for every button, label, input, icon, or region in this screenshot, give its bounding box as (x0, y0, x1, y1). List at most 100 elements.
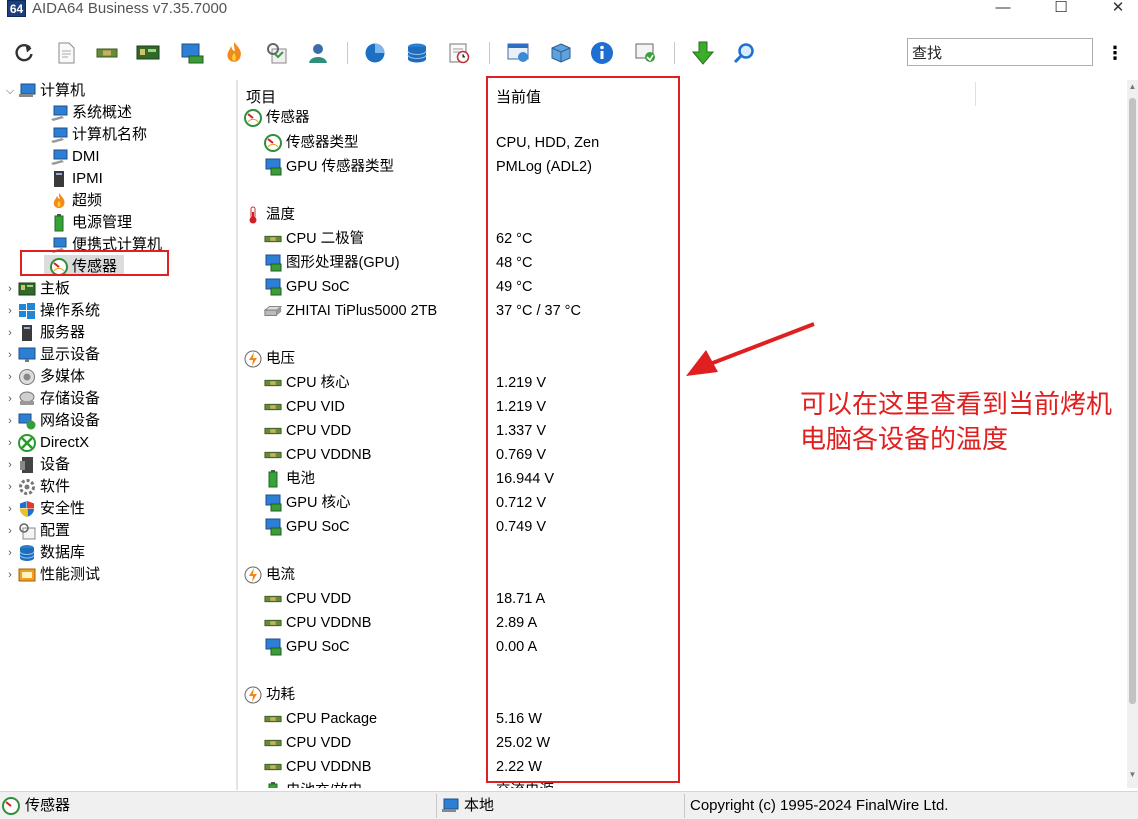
tree-item-overclock[interactable]: 超频 (50, 190, 102, 212)
tree-item-benchmark[interactable]: › 性能测试 (4, 564, 100, 586)
user-icon[interactable] (305, 40, 331, 66)
chevron-right-icon[interactable]: › (4, 322, 16, 344)
tree-item-label: 计算机名称 (72, 126, 148, 143)
table-row[interactable]: CPU Package 5.16 W (238, 707, 1127, 731)
tree-item-multimedia[interactable]: › 多媒体 (4, 366, 85, 388)
tree-item-label: 软件 (40, 478, 71, 495)
tree-item-storage[interactable]: › 存储设备 (4, 388, 100, 410)
flame-icon (50, 192, 68, 210)
chevron-right-icon[interactable]: › (4, 366, 16, 388)
tree-item-computer-name[interactable]: 计算机名称 (50, 124, 147, 146)
row-label: CPU 核心 (286, 375, 350, 391)
chevron-right-icon[interactable]: › (4, 388, 16, 410)
list-header: 项目 当前值 (238, 80, 1127, 108)
tree-item-server[interactable]: › 服务器 (4, 322, 85, 344)
table-row[interactable]: CPU 二极管 62 °C (238, 227, 1127, 251)
tree-item-database[interactable]: › 数据库 (4, 542, 85, 564)
tree-item-ipmi[interactable]: IPMI (50, 168, 103, 190)
chevron-right-icon[interactable]: › (4, 498, 16, 520)
tree-item-config[interactable]: › 配置 (4, 520, 70, 542)
tree-item-computer[interactable]: ⌵ 计算机 (4, 80, 85, 102)
group-header-temperature[interactable]: 温度 (238, 203, 1127, 227)
info-icon[interactable] (589, 40, 615, 66)
chevron-right-icon[interactable]: › (4, 278, 16, 300)
row-label: GPU SoC (286, 639, 350, 655)
table-row[interactable]: GPU 传感器类型 PMLog (ADL2) (238, 155, 1127, 179)
window-sync-icon[interactable] (633, 40, 659, 66)
monitor-icon (50, 148, 68, 166)
chevron-right-icon[interactable]: › (4, 300, 16, 322)
tree-item-motherboard[interactable]: › 主板 (4, 278, 70, 300)
tree-item-os[interactable]: › 操作系统 (4, 300, 100, 322)
close-button[interactable]: ✕ (1098, 0, 1138, 20)
search-input[interactable] (907, 38, 1093, 66)
monitor-icon[interactable] (179, 40, 205, 66)
table-row[interactable]: CPU VDDNB 2.22 W (238, 755, 1127, 779)
motherboard-icon[interactable] (135, 40, 161, 66)
table-row[interactable]: CPU VDD 25.02 W (238, 731, 1127, 755)
benchmark-icon (18, 566, 36, 584)
flame-icon[interactable] (221, 40, 247, 66)
group-title: 温度 (266, 207, 295, 223)
chevron-right-icon[interactable]: › (4, 432, 16, 454)
tree-item-directx[interactable]: › DirectX (4, 432, 89, 454)
speaker-icon (18, 368, 36, 386)
cpu-icon[interactable] (94, 40, 120, 66)
chevron-right-icon[interactable]: › (4, 344, 16, 366)
tree-item-power-management[interactable]: 电源管理 (50, 212, 132, 234)
tree-item-devices[interactable]: › 设备 (4, 454, 70, 476)
pie-chart-icon[interactable] (362, 40, 388, 66)
scroll-thumb[interactable] (1129, 98, 1136, 704)
cube-icon[interactable] (548, 40, 574, 66)
battery-icon (264, 782, 282, 788)
table-row[interactable]: CPU VDD 18.71 A (238, 587, 1127, 611)
table-row[interactable]: 电池充/放电 交流电源 (238, 779, 1127, 788)
server-icon (50, 170, 68, 188)
more-menu-button[interactable]: ⋮ (1106, 42, 1124, 64)
group-header-sensor[interactable]: 传感器 (238, 106, 1127, 130)
chevron-right-icon[interactable]: › (4, 410, 16, 432)
table-row[interactable]: 电池 16.944 V (238, 467, 1127, 491)
tree-item-network[interactable]: › 网络设备 (4, 410, 100, 432)
gpu-icon (264, 518, 282, 536)
cpu-icon (264, 710, 282, 728)
chevron-right-icon[interactable]: › (4, 542, 16, 564)
column-divider[interactable] (975, 82, 976, 106)
scroll-down-arrow-icon[interactable]: ▼ (1127, 770, 1138, 782)
maximize-button[interactable]: ☐ (1041, 0, 1081, 20)
search-icon[interactable] (731, 40, 757, 66)
refresh-icon[interactable] (11, 40, 37, 66)
status-left-text: 传感器 (25, 797, 71, 814)
tree-item-dmi[interactable]: DMI (50, 146, 100, 168)
download-arrow-icon[interactable] (690, 40, 716, 66)
config-icon[interactable] (264, 40, 290, 66)
scroll-up-arrow-icon[interactable]: ▲ (1127, 82, 1138, 94)
table-row[interactable]: CPU VDDNB 2.89 A (238, 611, 1127, 635)
column-header-item[interactable]: 项目 (246, 86, 276, 107)
chevron-right-icon[interactable]: › (4, 564, 16, 586)
cpu-icon (264, 614, 282, 632)
chevron-right-icon[interactable]: › (4, 454, 16, 476)
table-row[interactable]: 图形处理器(GPU) 48 °C (238, 251, 1127, 275)
table-row[interactable]: GPU SoC 0.00 A (238, 635, 1127, 659)
schedule-icon[interactable] (446, 40, 472, 66)
tree-item-software[interactable]: › 软件 (4, 476, 70, 498)
table-row[interactable]: GPU SoC 49 °C (238, 275, 1127, 299)
database-icon[interactable] (404, 40, 430, 66)
table-row[interactable]: 传感器类型 CPU, HDD, Zen (238, 131, 1127, 155)
minimize-button[interactable]: — (983, 0, 1023, 20)
chevron-right-icon[interactable]: › (4, 476, 16, 498)
chevron-down-icon[interactable]: ⌵ (4, 80, 16, 102)
table-row[interactable]: GPU 核心 0.712 V (238, 491, 1127, 515)
network-report-icon[interactable] (505, 40, 531, 66)
monitor-icon (50, 126, 68, 144)
tree-item-display[interactable]: › 显示设备 (4, 344, 100, 366)
chevron-right-icon[interactable]: › (4, 520, 16, 542)
group-header-current[interactable]: 电流 (238, 563, 1127, 587)
report-icon[interactable] (53, 40, 79, 66)
table-row[interactable]: GPU SoC 0.749 V (238, 515, 1127, 539)
tree-item-system-overview[interactable]: 系统概述 (50, 102, 132, 124)
tree-item-security[interactable]: › 安全性 (4, 498, 85, 520)
row-label: CPU VDD (286, 591, 352, 607)
group-header-power[interactable]: 功耗 (238, 683, 1127, 707)
